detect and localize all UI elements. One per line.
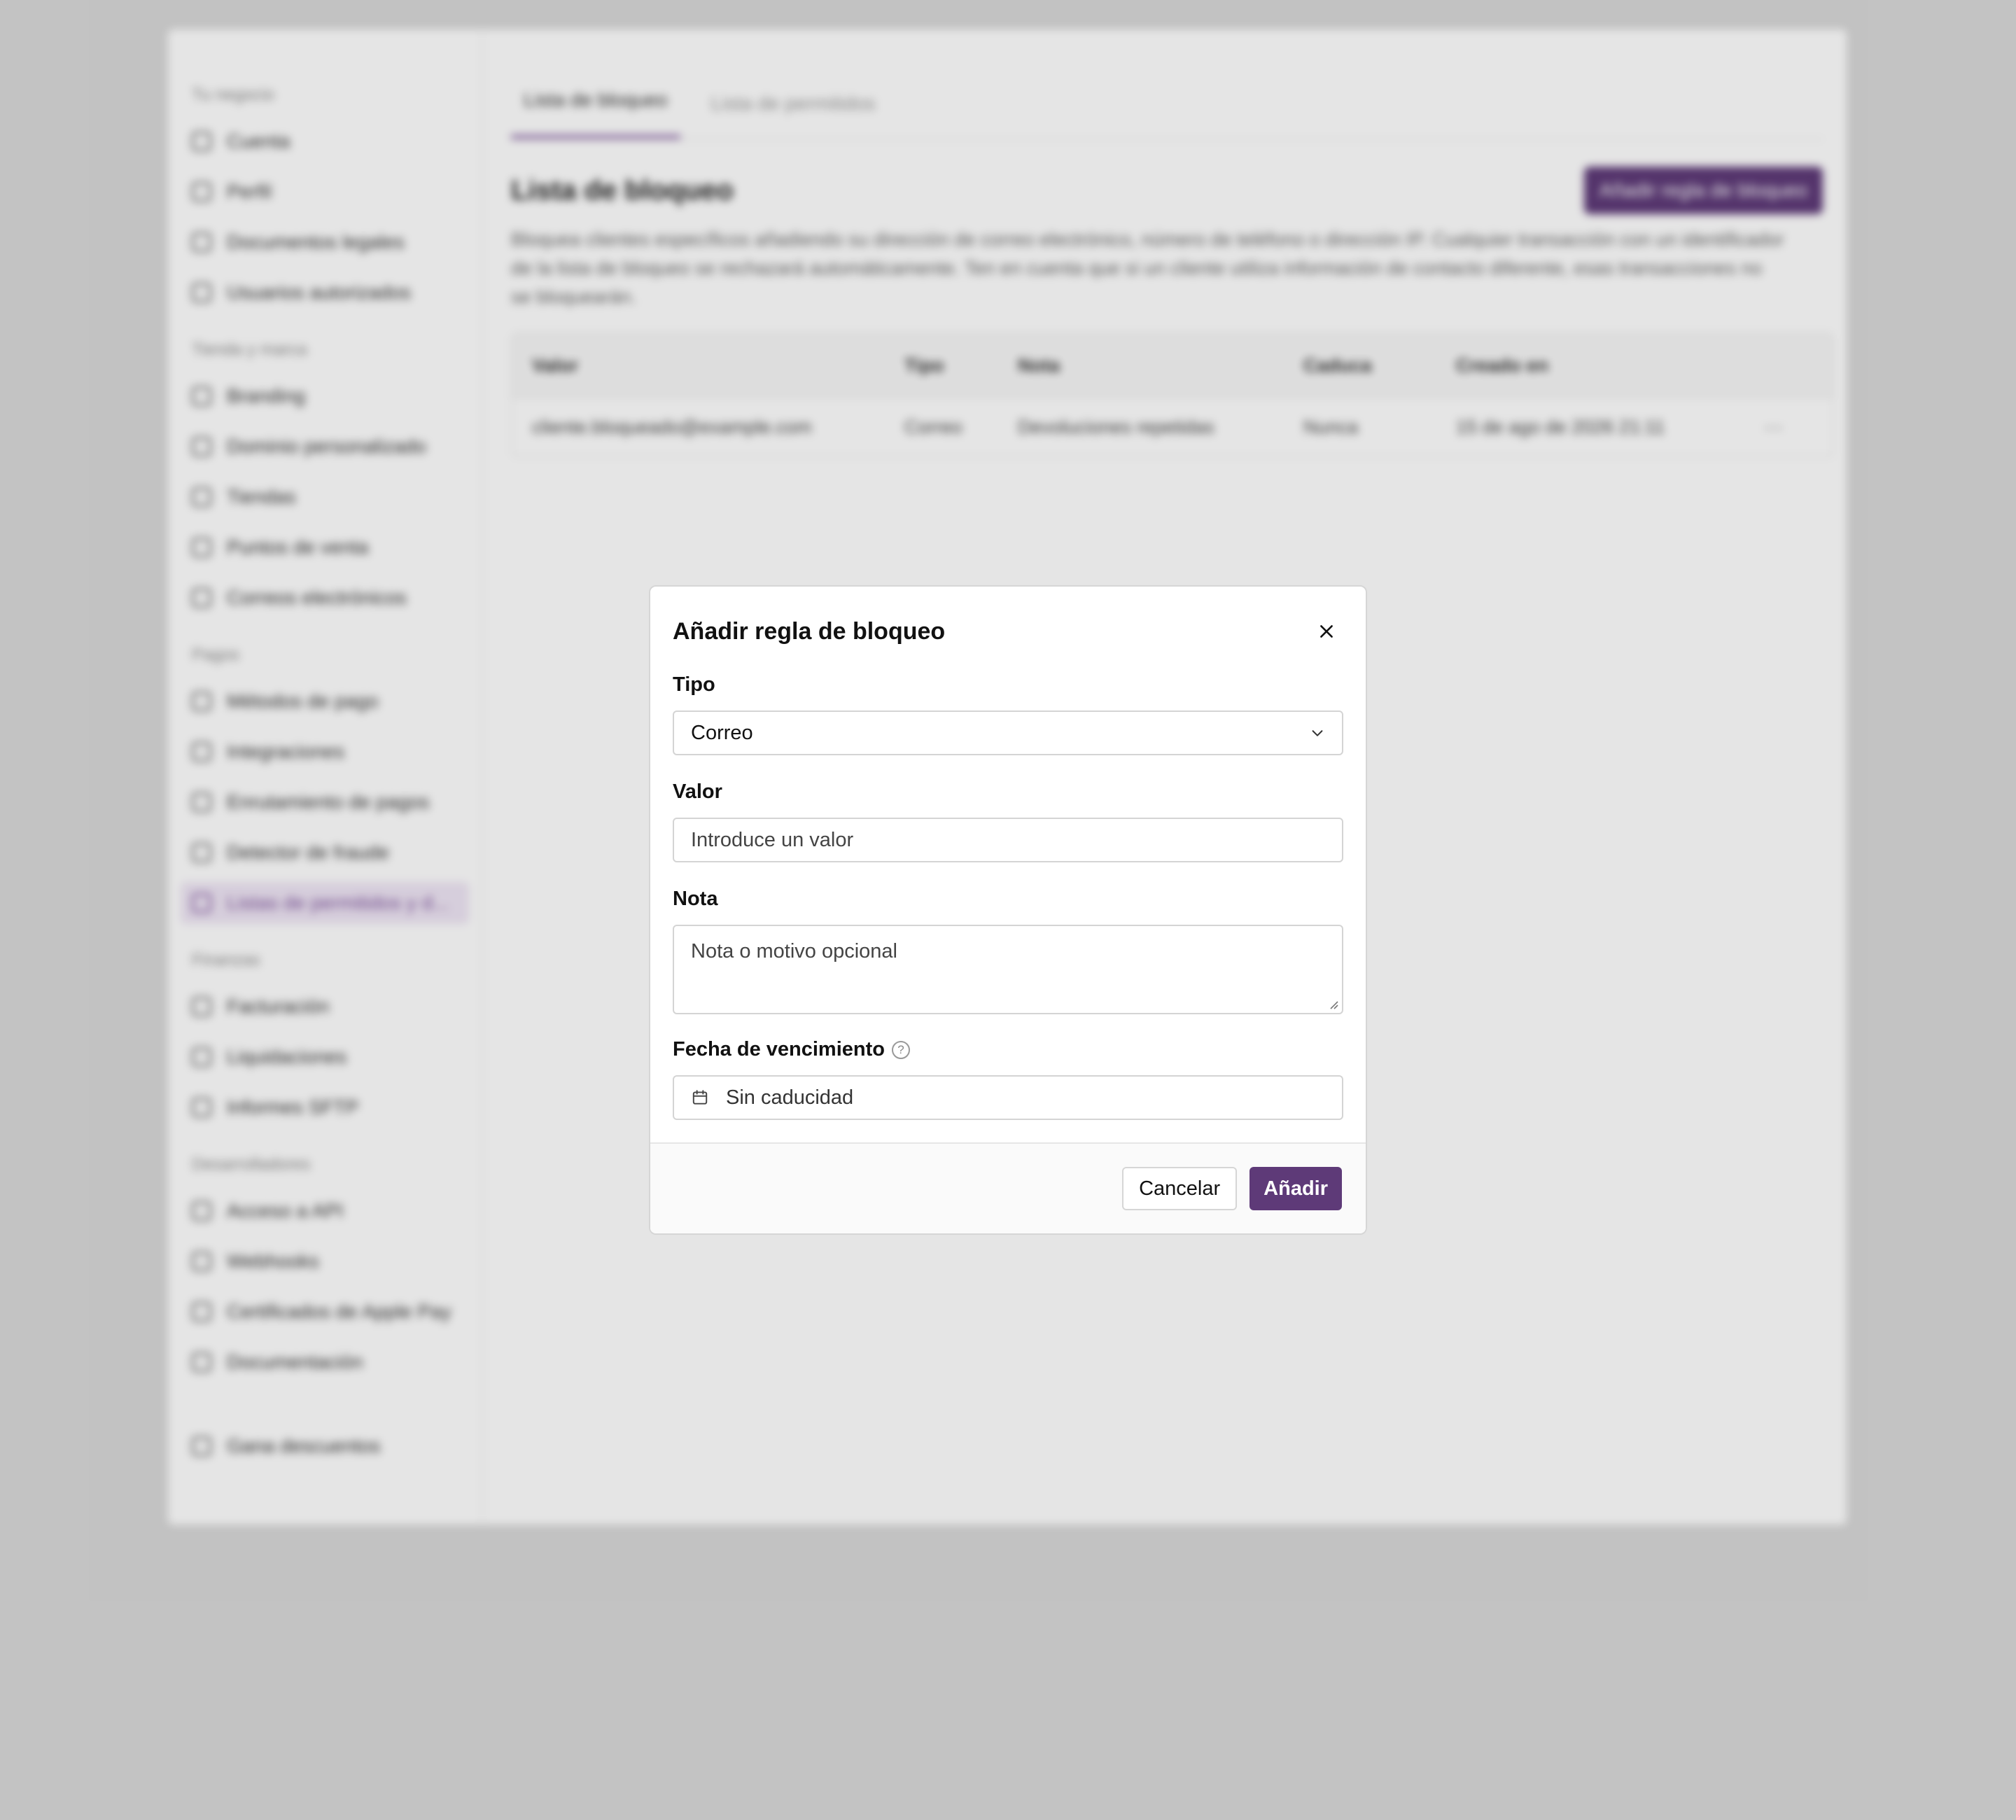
note-placeholder: Nota o motivo opcional — [691, 940, 897, 962]
add-block-rule-dialog: Añadir regla de bloqueo Tipo Correo Valo… — [649, 585, 1367, 1235]
dialog-title: Añadir regla de bloqueo — [673, 617, 946, 645]
cancel-button[interactable]: Cancelar — [1122, 1167, 1238, 1210]
chevron-down-icon — [1312, 730, 1323, 736]
value-input[interactable]: Introduce un valor — [673, 818, 1343, 862]
expiry-label: Fecha de vencimiento ? — [673, 1038, 1343, 1061]
type-selected-value: Correo — [691, 721, 753, 744]
type-select[interactable]: Correo — [673, 710, 1343, 755]
close-button[interactable] — [1310, 615, 1343, 648]
resize-handle-icon[interactable] — [1326, 997, 1339, 1010]
dialog-footer: Cancelar Añadir — [650, 1142, 1366, 1233]
value-label: Valor — [673, 780, 722, 803]
help-icon[interactable]: ? — [892, 1040, 910, 1059]
value-placeholder: Introduce un valor — [691, 828, 854, 851]
dialog-header: Añadir regla de bloqueo — [673, 587, 1343, 676]
note-textarea[interactable]: Nota o motivo opcional — [673, 925, 1343, 1014]
calendar-icon — [691, 1088, 709, 1107]
type-label: Tipo — [673, 673, 715, 696]
dialog-body: Añadir regla de bloqueo Tipo Correo Valo… — [650, 587, 1366, 1120]
note-label: Nota — [673, 888, 718, 910]
close-icon — [1320, 625, 1333, 638]
expiry-date-picker[interactable]: Sin caducidad — [673, 1075, 1343, 1120]
add-button[interactable]: Añadir — [1250, 1167, 1342, 1210]
expiry-value: Sin caducidad — [726, 1086, 854, 1109]
expiry-label-text: Fecha de vencimiento — [673, 1038, 885, 1060]
